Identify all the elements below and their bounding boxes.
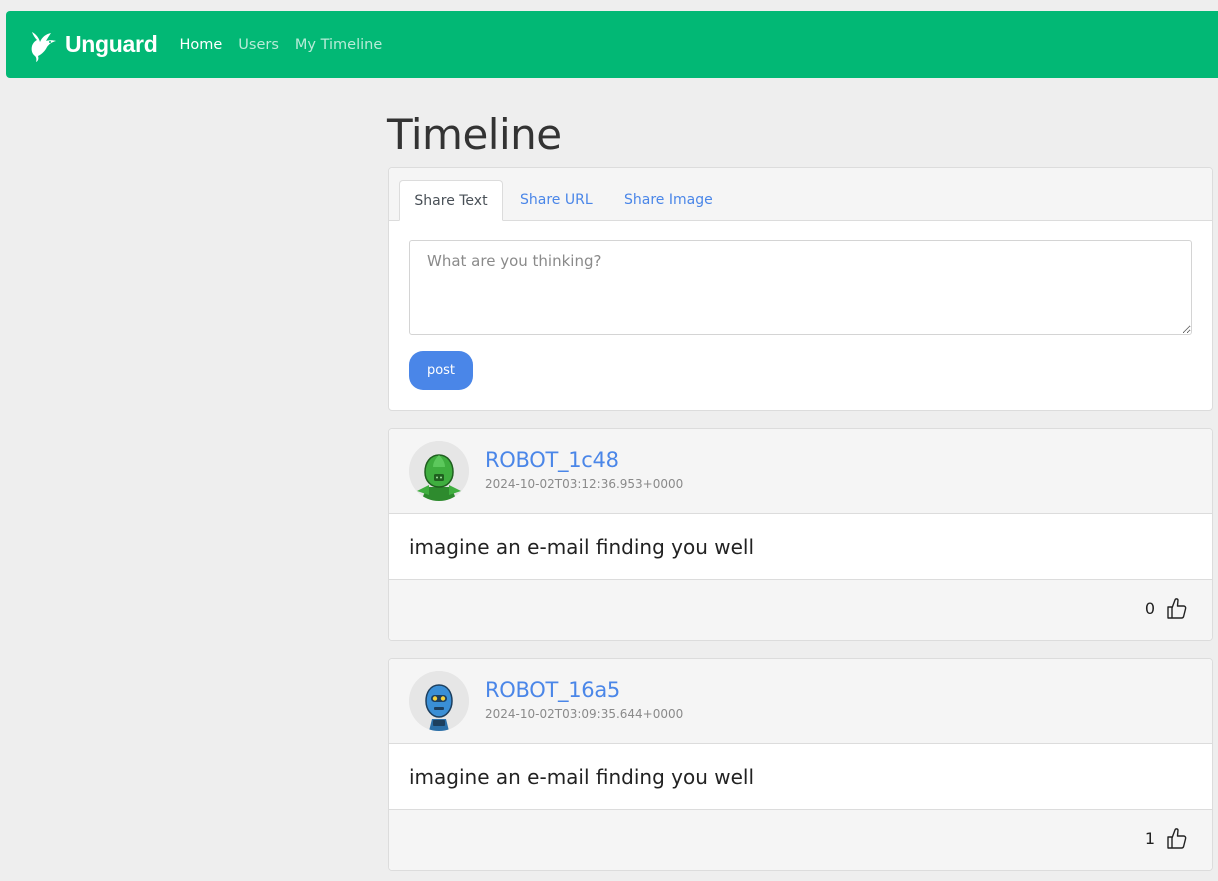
nav-link-users[interactable]: Users — [238, 37, 279, 53]
timeline-post: ROBOT_16a5 2024-10-02T03:09:35.644+0000 … — [388, 658, 1213, 871]
brand-name: Unguard — [65, 31, 158, 57]
avatar[interactable] — [409, 441, 469, 501]
thumbs-up-icon[interactable] — [1165, 596, 1187, 620]
post-button[interactable]: post — [409, 351, 473, 390]
hummingbird-logo-icon — [31, 31, 56, 62]
robot-avatar-green-icon — [409, 441, 469, 501]
post-timestamp: 2024-10-02T03:09:35.644+0000 — [485, 707, 684, 721]
post-footer: 1 — [389, 810, 1212, 870]
nav-link-home[interactable]: Home — [179, 37, 222, 53]
thumbs-up-icon[interactable] — [1165, 826, 1187, 850]
post-body: imagine an e-mail finding you well — [389, 514, 1212, 580]
post-username[interactable]: ROBOT_1c48 — [485, 448, 619, 472]
robot-avatar-blue-icon — [409, 671, 469, 731]
post-header: ROBOT_1c48 2024-10-02T03:12:36.953+0000 — [389, 429, 1212, 514]
share-tabs: Share Text Share URL Share Image — [389, 168, 1212, 221]
top-navbar: Unguard Home Users My Timeline — [6, 11, 1218, 78]
post-footer: 0 — [389, 580, 1212, 640]
post-username[interactable]: ROBOT_16a5 — [485, 678, 620, 702]
post-timestamp: 2024-10-02T03:12:36.953+0000 — [485, 477, 684, 491]
post-text-input[interactable] — [409, 240, 1192, 335]
post-composer: Share Text Share URL Share Image post — [388, 167, 1213, 411]
like-count: 0 — [1144, 599, 1155, 618]
post-body: imagine an e-mail finding you well — [389, 744, 1212, 810]
timeline-post: ROBOT_1c48 2024-10-02T03:12:36.953+0000 … — [388, 428, 1213, 641]
tab-share-url[interactable]: Share URL — [520, 180, 593, 221]
nav-link-my-timeline[interactable]: My Timeline — [295, 37, 382, 53]
avatar[interactable] — [409, 671, 469, 731]
brand-link[interactable]: Unguard — [28, 28, 158, 62]
post-header: ROBOT_16a5 2024-10-02T03:09:35.644+0000 — [389, 659, 1212, 744]
like-count: 1 — [1144, 829, 1155, 848]
tab-share-image[interactable]: Share Image — [624, 180, 713, 221]
tab-share-text[interactable]: Share Text — [399, 180, 503, 221]
page-title: Timeline — [387, 110, 562, 159]
